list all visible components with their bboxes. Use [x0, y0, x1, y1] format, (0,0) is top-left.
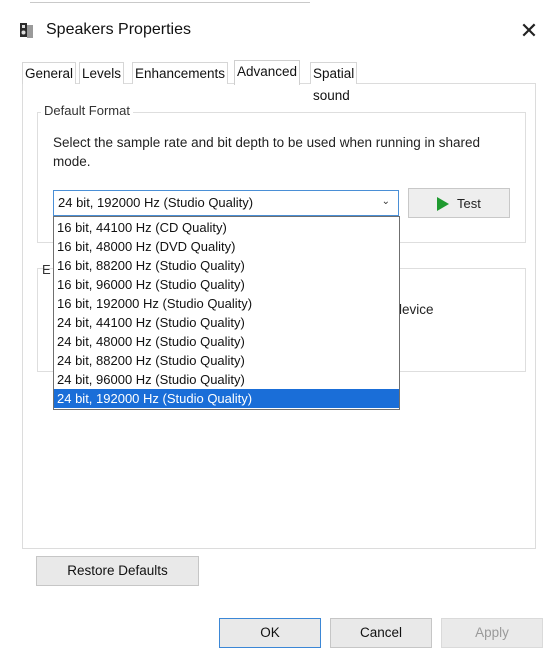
cancel-button[interactable]: Cancel [330, 618, 432, 648]
apply-button[interactable]: Apply [441, 618, 543, 648]
test-button-label: Test [457, 196, 481, 211]
dropdown-option[interactable]: 16 bit, 48000 Hz (DVD Quality) [54, 237, 399, 256]
speaker-icon [18, 22, 36, 40]
window-title: Speakers Properties [46, 21, 191, 38]
exclusive-mode-title-fragment: E [42, 262, 51, 277]
exclusive-mode-option-fragment: levice [399, 302, 434, 317]
dropdown-option[interactable]: 24 bit, 88200 Hz (Studio Quality) [54, 351, 399, 370]
test-button[interactable]: Test [408, 188, 510, 218]
sample-rate-select[interactable]: 24 bit, 192000 Hz (Studio Quality) ⌄ [53, 190, 399, 216]
sample-rate-dropdown-list[interactable]: 16 bit, 44100 Hz (CD Quality) 16 bit, 48… [53, 216, 400, 410]
chevron-down-icon[interactable]: ⌄ [382, 196, 390, 207]
default-format-description: Select the sample rate and bit depth to … [53, 135, 481, 169]
tab-general[interactable]: General [22, 62, 77, 84]
tab-enhancements[interactable]: Enhancements [132, 62, 229, 84]
sample-rate-selected-value: 24 bit, 192000 Hz (Studio Quality) [58, 195, 254, 210]
speakers-properties-window: Speakers Properties ✕ General Levels Enh… [0, 0, 558, 667]
tab-advanced[interactable]: Advanced [234, 60, 301, 85]
tab-levels[interactable]: Levels [79, 62, 125, 84]
ok-button[interactable]: OK [219, 618, 321, 648]
close-icon[interactable]: ✕ [514, 16, 544, 46]
dropdown-option[interactable]: 24 bit, 44100 Hz (Studio Quality) [54, 313, 399, 332]
dropdown-option-selected[interactable]: 24 bit, 192000 Hz (Studio Quality) [54, 389, 399, 408]
play-icon [437, 197, 449, 211]
dropdown-option[interactable]: 16 bit, 88200 Hz (Studio Quality) [54, 256, 399, 275]
dropdown-option[interactable]: 16 bit, 96000 Hz (Studio Quality) [54, 275, 399, 294]
dropdown-option[interactable]: 16 bit, 44100 Hz (CD Quality) [54, 218, 399, 237]
restore-defaults-button[interactable]: Restore Defaults [36, 556, 199, 586]
dropdown-option[interactable]: 16 bit, 192000 Hz (Studio Quality) [54, 294, 399, 313]
default-format-title: Default Format [41, 103, 133, 118]
dropdown-option[interactable]: 24 bit, 48000 Hz (Studio Quality) [54, 332, 399, 351]
background-window-edge [0, 0, 558, 8]
tab-spatial-sound[interactable]: Spatial sound [310, 62, 358, 103]
title-bar: Speakers Properties ✕ [0, 10, 558, 52]
dropdown-option[interactable]: 24 bit, 96000 Hz (Studio Quality) [54, 370, 399, 389]
